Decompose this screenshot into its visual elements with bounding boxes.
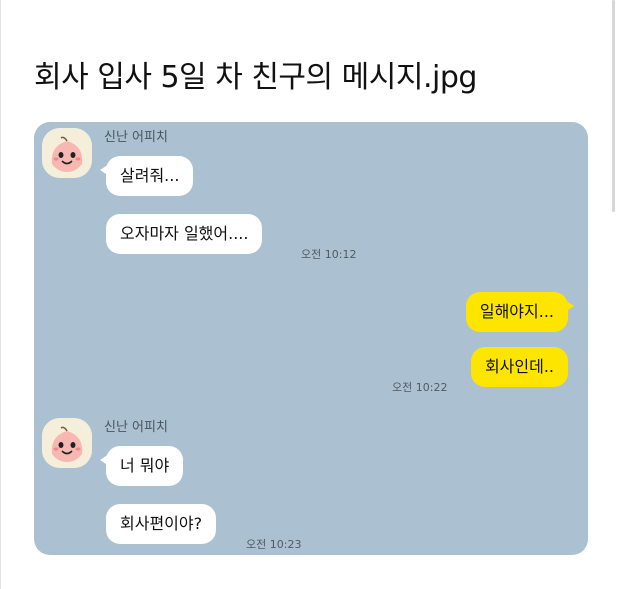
message-time: 오전 10:12 bbox=[301, 248, 357, 261]
apeach-avatar-icon bbox=[42, 128, 92, 178]
sender-name: 신난 어피치 bbox=[104, 420, 168, 435]
message-bubble[interactable]: 회사편이야? bbox=[106, 504, 217, 544]
message-time: 오전 10:22 bbox=[392, 381, 448, 394]
scrollbar[interactable] bbox=[612, 0, 615, 212]
sender-name: 신난 어피치 bbox=[104, 130, 168, 145]
message-bubble-mine[interactable]: 일해야지... bbox=[465, 292, 575, 332]
message-bubble[interactable]: 살려줘... bbox=[99, 156, 194, 196]
post-title: 회사 입사 5일 차 친구의 메시지.jpg bbox=[34, 60, 477, 95]
chat-screenshot: 신난 어피치 살려줘... 오자마자 일했어.... 오전 10:12 일해야지… bbox=[34, 122, 588, 555]
message-bubble[interactable]: 오자마자 일했어.... bbox=[106, 214, 263, 254]
apeach-avatar-icon bbox=[42, 418, 92, 468]
message-bubble[interactable]: 너 뭐야 bbox=[99, 446, 184, 486]
page-border bbox=[0, 0, 1, 589]
message-time: 오전 10:23 bbox=[246, 538, 302, 551]
message-bubble-mine[interactable]: 회사인데.. bbox=[470, 347, 568, 387]
